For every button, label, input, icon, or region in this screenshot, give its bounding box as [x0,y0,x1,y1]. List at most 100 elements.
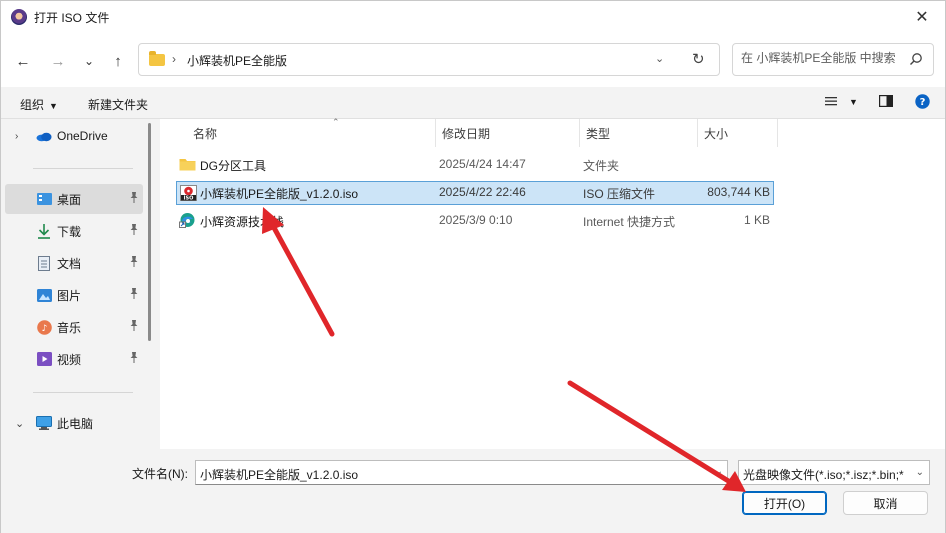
command-toolbar: 组织 ▼ 新建文件夹 ▼ ? [1,87,945,119]
file-list: 名称 ⌃ 修改日期 类型 大小 DG分区工具 2025/4/24 14:47 文… [160,117,945,449]
sidebar-item-label: 此电脑 [57,416,94,431]
file-size: 803,744 KB [707,185,770,199]
open-button[interactable]: 打开(O) [742,491,827,515]
file-row[interactable]: DG分区工具 2025/4/24 14:47 文件夹 [176,153,774,177]
svg-text:?: ? [920,97,926,108]
chevron-down-icon[interactable]: ⌄ [916,467,924,478]
refresh-icon[interactable]: ↻ [692,50,705,68]
breadcrumb-current-folder[interactable]: 小辉装机PE全能版 [187,52,287,69]
address-bar[interactable]: › 小辉装机PE全能版 ⌄ ↻ [138,43,720,76]
documents-icon [36,255,52,271]
organize-label: 组织 [20,98,45,112]
forward-icon[interactable]: → [44,47,72,75]
filename-input[interactable]: 小辉装机PE全能版_v1.2.0.iso ⌄ [195,460,728,485]
sidebar-divider [33,392,133,393]
file-name: DG分区工具 [200,159,267,173]
chevron-down-icon[interactable]: ⌄ [715,466,723,477]
dialog-title: 打开 ISO 文件 [34,11,110,25]
pin-icon [129,352,139,366]
file-type: ISO 压缩文件 [583,187,656,201]
folder-icon [179,159,196,171]
recent-locations-icon[interactable]: ⌄ [75,47,103,75]
desktop-icon [36,191,52,207]
view-caret-icon[interactable]: ▼ [849,97,858,107]
organize-button[interactable]: 组织 ▼ [20,96,58,113]
column-header-label: 类型 [586,126,611,141]
back-icon[interactable]: ← [9,47,37,75]
sidebar-item-downloads[interactable]: 下载 [5,216,143,246]
chevron-down-icon[interactable]: ⌄ [15,417,24,430]
column-header-modified[interactable]: 修改日期 [436,119,580,147]
search-box[interactable] [732,43,934,76]
open-iso-dialog: 打开 ISO 文件 ✕ ← → ⌄ ↑ › 小辉装机PE全能版 ⌄ ↻ 组织 ▼ … [0,0,946,533]
close-button[interactable]: ✕ [899,1,945,33]
up-icon[interactable]: ↑ [104,47,132,75]
column-header-label: 修改日期 [442,126,491,141]
new-folder-button[interactable]: 新建文件夹 [88,96,148,113]
iso-file-icon: ISO [180,185,197,201]
this-pc-icon [36,415,52,431]
navigation-pane: › OneDrive 桌面 下载 文档 图片 ♪ 音乐 视频 ⌄ 此电脑 [1,119,160,449]
edge-shortcut-icon [179,213,195,228]
file-row[interactable]: 小辉资源技术栈 2025/3/9 0:10 Internet 快捷方式 1 KB [176,209,774,233]
sidebar-item-label: 音乐 [57,320,82,335]
dialog-footer: 文件名(N): 小辉装机PE全能版_v1.2.0.iso ⌄ 光盘映像文件(*.… [1,449,945,533]
chevron-right-icon[interactable]: › [15,131,18,142]
folder-icon [149,51,165,66]
filename-value: 小辉装机PE全能版_v1.2.0.iso [200,468,359,482]
file-row[interactable]: ISO 小辉装机PE全能版_v1.2.0.iso 2025/4/22 22:46… [176,181,774,205]
chevron-down-icon[interactable]: ⌄ [655,52,664,65]
column-header-label: 大小 [704,126,729,141]
sidebar-item-music[interactable]: ♪ 音乐 [5,312,143,342]
sidebar-item-label: 下载 [57,224,82,239]
sort-ascending-icon: ⌃ [332,117,340,127]
pin-icon [129,256,139,270]
filename-label: 文件名(N): [132,467,188,481]
column-header-type[interactable]: 类型 [580,119,698,147]
sidebar-item-label: 桌面 [57,192,82,207]
pin-icon [129,320,139,334]
sidebar-item-label: 文档 [57,256,82,271]
sidebar-item-this-pc[interactable]: ⌄ 此电脑 [5,408,143,438]
search-input[interactable] [741,51,901,65]
preview-pane-icon[interactable] [879,95,894,110]
help-icon[interactable]: ? [915,94,930,112]
sidebar-item-onedrive[interactable]: › OneDrive [5,121,143,151]
breadcrumb-separator: › [172,52,176,66]
column-header-label: 名称 [193,126,218,141]
onedrive-icon [36,128,52,144]
sidebar-divider [33,168,133,169]
pin-icon [129,288,139,302]
sidebar-item-desktop[interactable]: 桌面 [5,184,143,214]
sidebar-item-videos[interactable]: 视频 [5,344,143,374]
title-bar: 打开 ISO 文件 ✕ [1,1,945,33]
file-type: Internet 快捷方式 [583,215,676,229]
sidebar-item-documents[interactable]: 文档 [5,248,143,278]
search-icon[interactable] [909,52,923,66]
column-header-name[interactable]: 名称 ⌃ [187,117,436,147]
sidebar-item-pictures[interactable]: 图片 [5,280,143,310]
svg-text:ISO: ISO [184,196,194,201]
file-modified: 2025/3/9 0:10 [439,213,513,227]
file-size: 1 KB [743,213,770,227]
column-header-size[interactable]: 大小 [698,119,778,147]
file-name: 小辉资源技术栈 [200,215,285,229]
app-icon [11,9,27,25]
view-list-icon[interactable] [825,95,838,110]
sidebar-item-label: OneDrive [57,129,108,143]
nav-scrollbar[interactable] [148,123,151,341]
file-modified: 2025/4/22 22:46 [439,185,526,199]
sidebar-item-label: 视频 [57,352,82,367]
file-type-select[interactable]: 光盘映像文件(*.iso;*.isz;*.bin;* ⌄ [738,460,930,485]
download-icon [36,223,52,239]
file-type-value: 光盘映像文件(*.iso;*.isz;*.bin;* [743,468,904,482]
videos-icon [36,351,52,367]
music-icon: ♪ [36,319,52,335]
pin-icon [129,224,139,238]
file-modified: 2025/4/24 14:47 [439,157,526,171]
file-type: 文件夹 [583,159,620,173]
svg-text:♪: ♪ [41,324,47,334]
pin-icon [129,192,139,206]
cancel-button[interactable]: 取消 [843,491,928,515]
file-name: 小辉装机PE全能版_v1.2.0.iso [200,187,359,201]
